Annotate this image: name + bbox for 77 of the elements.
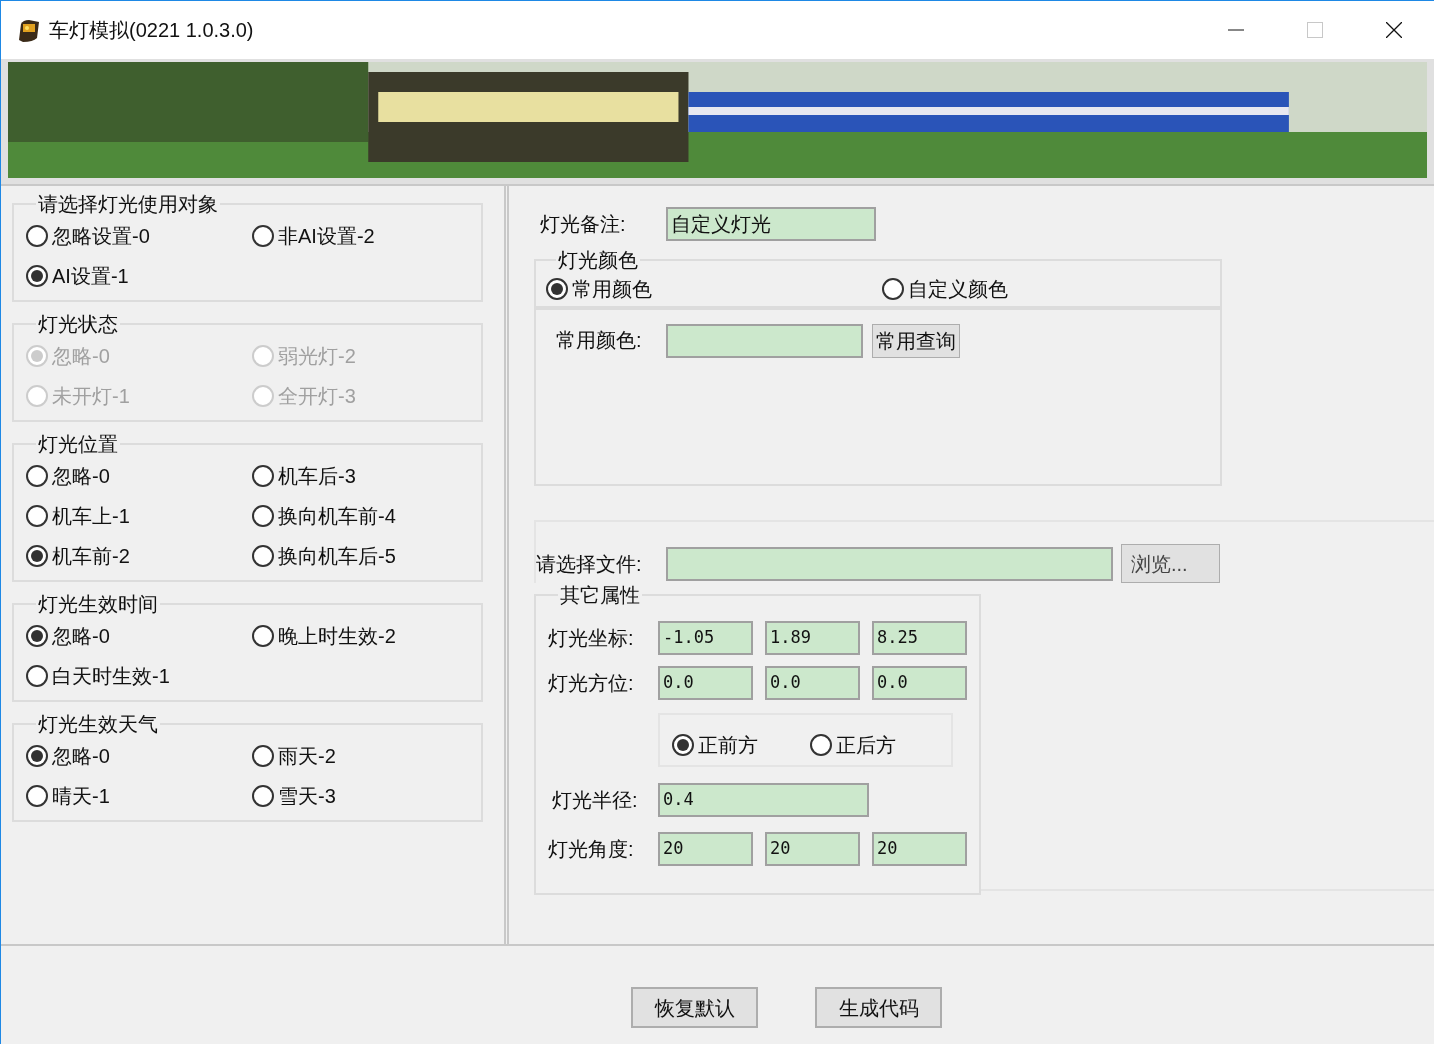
radio-label[interactable]: 机车后-3 <box>278 461 356 491</box>
radio-label[interactable]: 机车上-1 <box>52 501 130 531</box>
button[interactable]: 生成代码 <box>815 987 942 1028</box>
button[interactable]: 浏览... <box>1121 544 1220 583</box>
input-field[interactable]: 0.0 <box>658 665 753 700</box>
input-field[interactable]: -1.05 <box>658 620 753 655</box>
input-field[interactable]: 20 <box>658 831 753 866</box>
radio-group[interactable]: 忽略设置-0 非AI设置-2 AI设置-1 <box>26 216 481 296</box>
radio-label[interactable]: 正前方 <box>698 730 758 760</box>
radio-label[interactable]: 忽略设置-0 <box>52 221 150 251</box>
radio-label[interactable]: 换向机车前-4 <box>278 501 396 531</box>
radio-label[interactable]: 忽略-0 <box>52 741 110 771</box>
group-title: 灯光位置 <box>38 433 118 455</box>
radio-label[interactable]: 忽略-0 <box>52 621 110 651</box>
radio-button[interactable] <box>26 785 48 807</box>
radio-label[interactable]: 自定义颜色 <box>908 274 1008 304</box>
field-label: 灯光角度: <box>548 836 635 862</box>
radio-button[interactable] <box>672 734 694 756</box>
radio-label[interactable]: 晴天-1 <box>52 781 110 811</box>
radio-label[interactable]: 换向机车后-5 <box>278 541 396 571</box>
field-label: 灯光备注: <box>539 212 627 237</box>
input-field[interactable]: 0.4 <box>658 782 869 817</box>
radio-button[interactable] <box>26 745 48 767</box>
radio-group[interactable]: 忽略-0 晚上时生效-2 白天时生效-1 <box>26 616 481 696</box>
group-title: 灯光生效时间 <box>38 593 158 615</box>
input-field[interactable]: 8.25 <box>872 620 967 655</box>
radio-label[interactable]: 机车前-2 <box>52 541 130 571</box>
radio-button[interactable] <box>882 278 904 300</box>
radio-label[interactable]: 雪天-3 <box>278 781 336 811</box>
radio-button[interactable] <box>26 545 48 567</box>
input-field[interactable]: 20 <box>765 831 860 866</box>
input-field[interactable]: 0.0 <box>765 665 860 700</box>
button[interactable]: 恢复默认 <box>631 987 758 1028</box>
radio-button[interactable] <box>252 785 274 807</box>
radio-group[interactable]: 忽略-0 机车后-3 机车上-1 换向机车前-4 机车前-2 换向机车后-5 <box>26 456 481 576</box>
radio-label[interactable]: 常用颜色 <box>572 274 652 304</box>
radio-button[interactable] <box>546 278 568 300</box>
radio-label[interactable]: 白天时生效-1 <box>52 661 170 691</box>
window-title: 车灯模拟(0221 1.0.3.0) <box>49 18 254 43</box>
group-title: 灯光生效天气 <box>38 713 158 735</box>
close-icon[interactable] <box>1386 22 1402 38</box>
radio-button[interactable] <box>252 225 274 247</box>
group-title: 灯光颜色 <box>558 249 638 271</box>
button[interactable]: 常用查询 <box>872 324 960 358</box>
group-title: 灯光状态 <box>38 313 118 335</box>
radio-button[interactable] <box>26 665 48 687</box>
radio-label[interactable]: 晚上时生效-2 <box>278 621 396 651</box>
radio-group[interactable]: 忽略-0 雨天-2 晴天-1 雪天-3 <box>26 736 481 816</box>
radio-button[interactable] <box>26 625 48 647</box>
radio-label[interactable]: 正后方 <box>836 730 896 760</box>
field-label: 请选择文件: <box>536 551 643 577</box>
field-label: 常用颜色: <box>556 328 643 353</box>
field-label: 灯光半径: <box>551 787 639 813</box>
input-field[interactable] <box>666 324 863 358</box>
input-field[interactable] <box>666 546 1113 581</box>
group-title: 其它属性 <box>560 584 640 606</box>
radio-button[interactable] <box>252 625 274 647</box>
radio-label[interactable]: AI设置-1 <box>52 261 129 291</box>
input-field[interactable]: 自定义灯光 <box>666 207 876 241</box>
input-field[interactable]: 1.89 <box>765 620 860 655</box>
radio-button[interactable] <box>26 505 48 527</box>
input-field[interactable]: 0.0 <box>872 665 967 700</box>
radio-label[interactable]: 非AI设置-2 <box>278 221 375 251</box>
group-title: 请选择灯光使用对象 <box>38 193 218 215</box>
radio-button[interactable] <box>26 465 48 487</box>
radio-button[interactable] <box>26 225 48 247</box>
radio-button[interactable] <box>252 745 274 767</box>
radio-button[interactable] <box>252 505 274 527</box>
radio-button[interactable] <box>252 545 274 567</box>
field-label: 灯光方位: <box>548 670 635 696</box>
radio-button[interactable] <box>252 465 274 487</box>
field-label: 灯光坐标: <box>548 625 635 651</box>
input-field[interactable]: 20 <box>872 831 967 866</box>
radio-label[interactable]: 雨天-2 <box>278 741 336 771</box>
radio-label[interactable]: 忽略-0 <box>52 461 110 491</box>
radio-button[interactable] <box>26 265 48 287</box>
radio-button[interactable] <box>810 734 832 756</box>
